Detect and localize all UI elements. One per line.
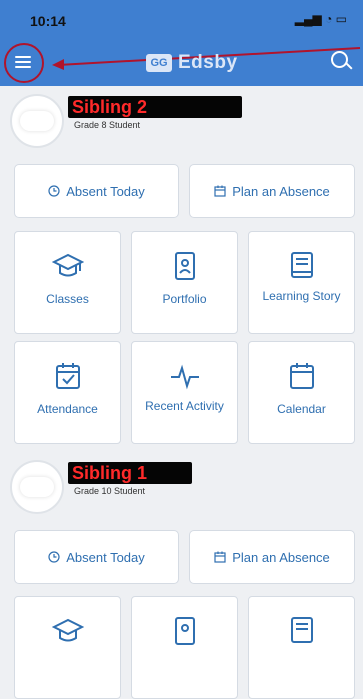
calendar-check-icon xyxy=(55,363,80,389)
child-profile[interactable]: Sibling 1 Grade 10 Student xyxy=(10,460,350,514)
calendar-small-icon xyxy=(214,551,226,563)
mortarboard-icon xyxy=(51,253,84,277)
search-icon xyxy=(331,51,348,68)
tile-classes[interactable] xyxy=(14,596,121,699)
child-profile[interactable]: Sibling 2 Grade 8 Student xyxy=(10,94,350,148)
status-time: 10:14 xyxy=(30,13,66,29)
book-icon xyxy=(290,252,313,278)
annotation-circle xyxy=(4,43,44,83)
child-grade: Grade 10 Student xyxy=(74,486,146,496)
tile-learning-story[interactable]: Learning Story xyxy=(248,231,355,334)
plan-absence-button[interactable]: Plan an Absence xyxy=(189,164,355,218)
absent-today-button[interactable]: Absent Today xyxy=(14,530,179,584)
clock-icon xyxy=(48,185,60,197)
child-name: Sibling 2 xyxy=(68,96,242,118)
search-button[interactable] xyxy=(331,51,353,73)
mortarboard-icon xyxy=(51,618,84,642)
tile-label: Calendar xyxy=(277,402,326,416)
avatar xyxy=(10,94,64,148)
status-icons: ▂▄▆ ◔ ▭ xyxy=(294,12,347,26)
logo-text: Edsby xyxy=(178,52,238,73)
book-icon xyxy=(290,617,313,643)
clock-icon xyxy=(48,551,60,563)
tile-label: Learning Story xyxy=(262,289,341,303)
top-nav-bar: GG Edsby xyxy=(0,40,363,86)
status-bar: 10:14 ▂▄▆ ◔ ▭ xyxy=(0,0,363,40)
tile-label: Attendance xyxy=(37,402,98,416)
tile-label: Classes xyxy=(46,292,89,306)
tile-portfolio[interactable]: Portfolio xyxy=(131,231,238,334)
absent-today-label: Absent Today xyxy=(66,183,145,199)
plan-absence-label: Plan an Absence xyxy=(232,183,330,199)
absence-actions: Absent Today Plan an Absence xyxy=(14,164,355,219)
tile-label: Portfolio xyxy=(162,292,207,306)
absence-actions: Absent Today Plan an Absence xyxy=(14,530,355,585)
tile-recent-activity[interactable]: Recent Activity xyxy=(131,341,238,444)
tile-portfolio[interactable] xyxy=(131,596,238,699)
absent-today-label: Absent Today xyxy=(66,549,145,565)
tile-classes[interactable]: Classes xyxy=(14,231,121,334)
portfolio-icon xyxy=(174,252,195,280)
child-grade: Grade 8 Student xyxy=(74,120,141,130)
calendar-small-icon xyxy=(214,185,226,197)
calendar-icon xyxy=(289,363,314,389)
tile-label: Recent Activity xyxy=(145,399,224,413)
logo-badge: GG xyxy=(146,54,172,72)
absent-today-button[interactable]: Absent Today xyxy=(14,164,179,218)
tile-calendar[interactable]: Calendar xyxy=(248,341,355,444)
app-logo: GG Edsby xyxy=(146,52,238,74)
plan-absence-button[interactable]: Plan an Absence xyxy=(189,530,355,584)
tile-learning-story[interactable] xyxy=(248,596,355,699)
activity-icon xyxy=(170,364,199,390)
tile-attendance[interactable]: Attendance xyxy=(14,341,121,444)
avatar xyxy=(10,460,64,514)
child-name: Sibling 1 xyxy=(68,462,192,484)
portfolio-icon xyxy=(174,617,195,645)
hamburger-menu-button[interactable] xyxy=(4,43,44,83)
plan-absence-label: Plan an Absence xyxy=(232,549,330,565)
